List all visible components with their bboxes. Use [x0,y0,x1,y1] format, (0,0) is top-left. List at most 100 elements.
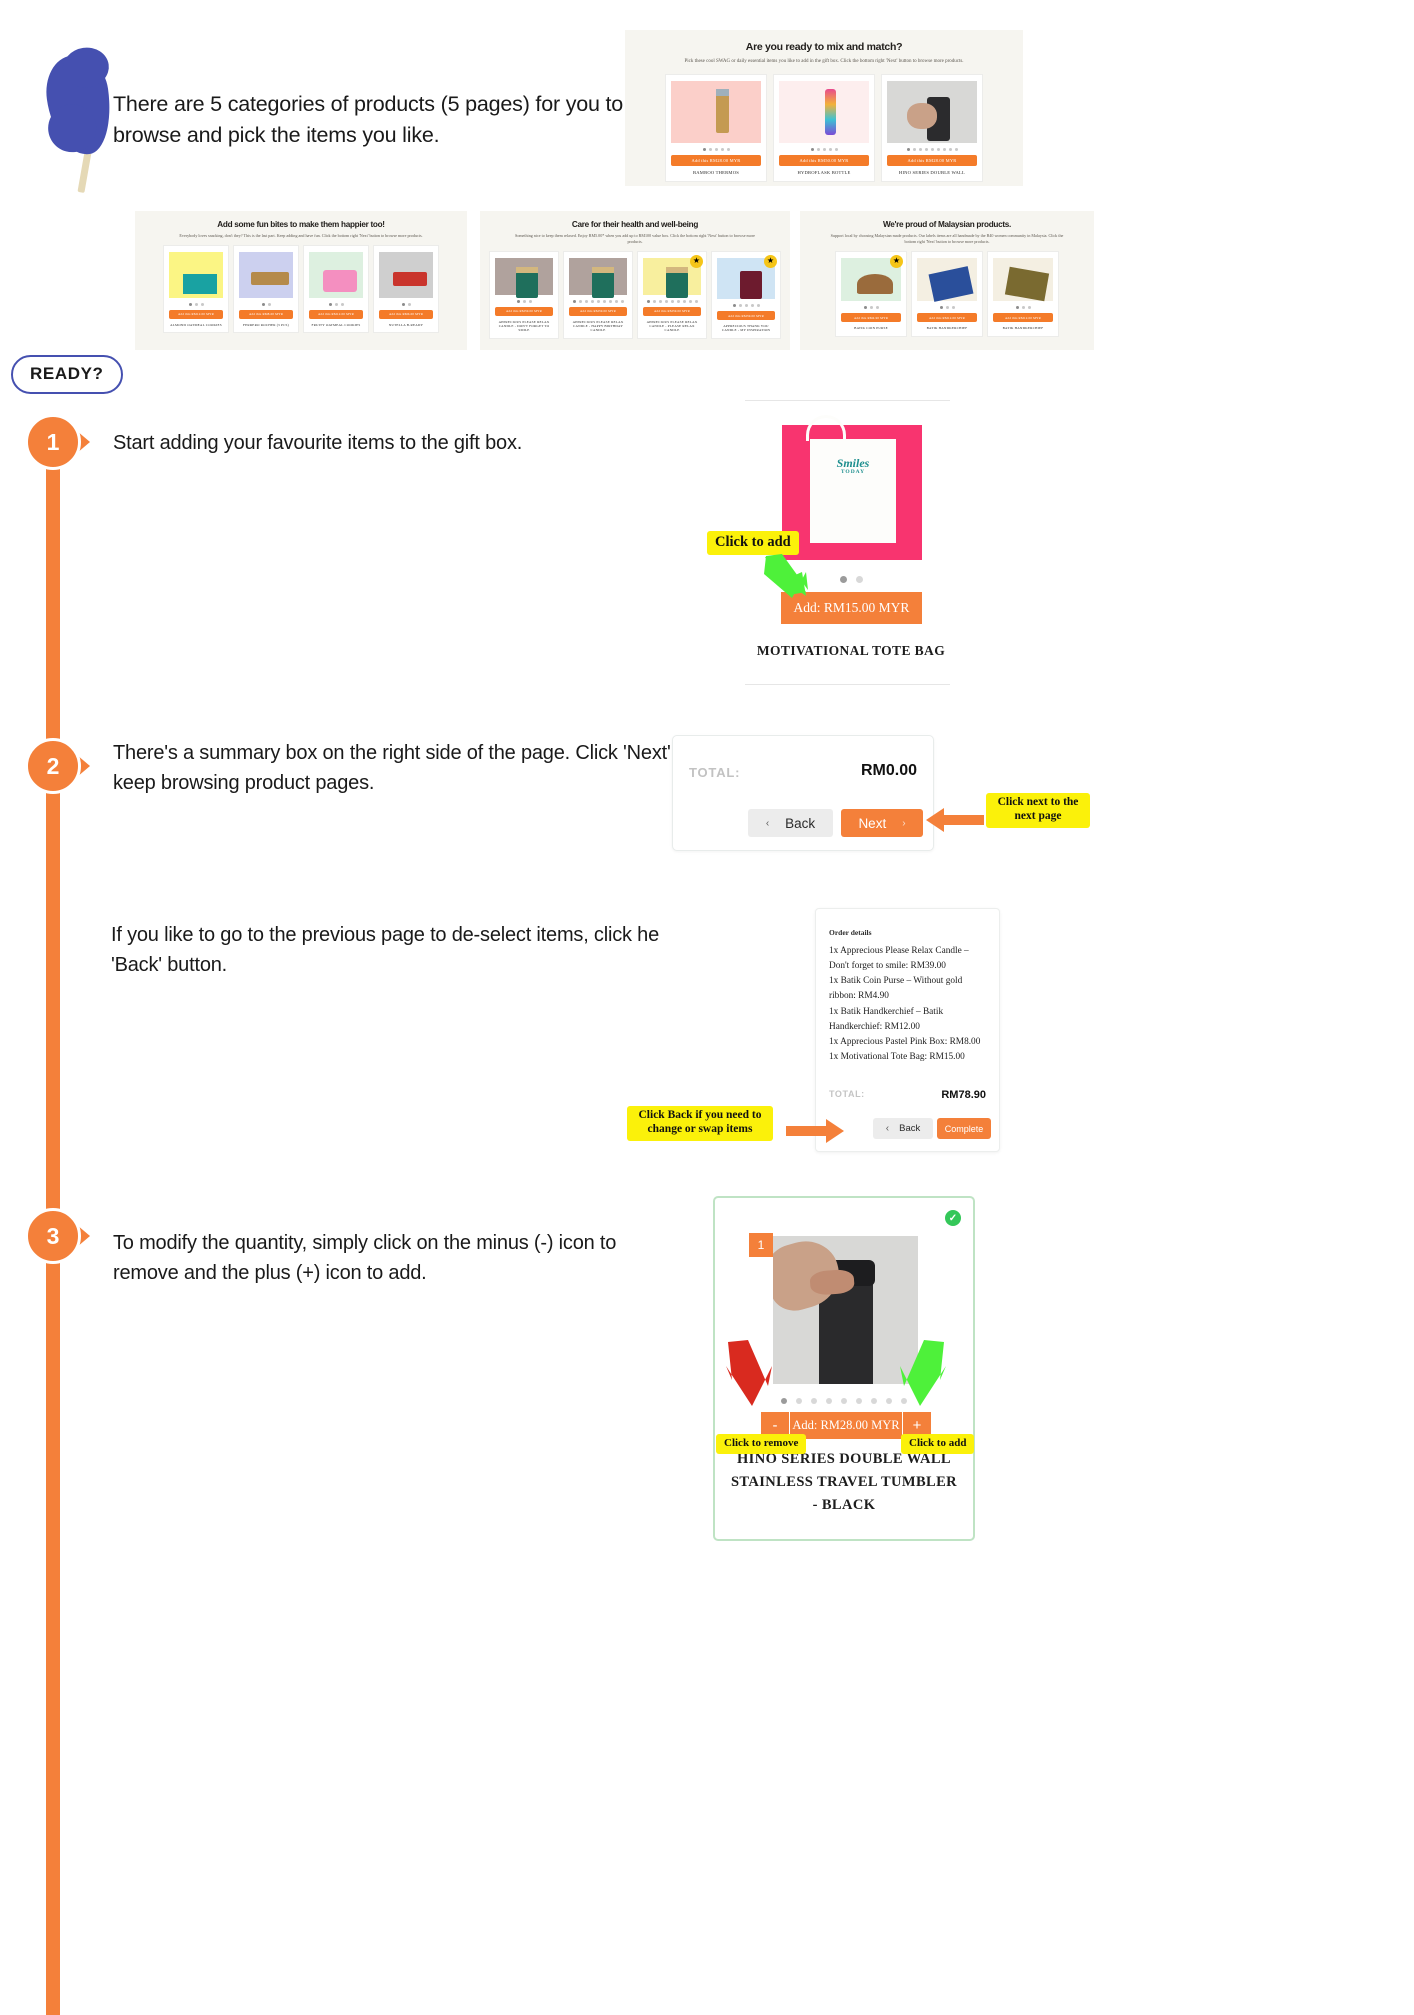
mockup-product-card[interactable]: Add this RM12.00 MYR BATIK HANDKERCHIEF [911,250,983,337]
mockup-health-title: Care for their health and well-being [571,220,699,229]
mockup-malaysian-subtitle: Support local by choosing Malaysian made… [830,233,1064,244]
callout-click-to-add-3: Click to add [901,1434,975,1455]
back-button-label: Back [785,815,816,831]
mockup-product-card[interactable]: Add this RM39.00 MYR APPRECIOUS PLEASE R… [489,250,559,339]
add-product-button[interactable]: Add this RM28.00 MYR [887,155,977,167]
order-item: 1x Batik Handkerchief – Batik Handkerchi… [829,1006,944,1032]
step-marker-2: 2 [25,738,90,794]
add-product-button[interactable]: Add this RM4.90 MYR [841,313,901,323]
product-image [309,251,363,298]
product-name: ALMOND OATMEAL COOKIES [170,322,222,327]
callout-click-back: Click Back if you need to change or swap… [627,1106,773,1141]
add-product-button[interactable]: Add this RM12.00 MYR [309,309,363,319]
order-details-list: 1x Apprecious Please Relax Candle – Don'… [829,944,987,1065]
mockup-product-card[interactable]: Add this RM28.00 MYR HINO SERIES DOUBLE … [881,74,983,183]
divider [745,684,950,685]
mockup-swag-page: Are you ready to mix and match? Pick the… [625,30,1023,186]
carousel-dots[interactable] [261,302,271,306]
product-image [993,257,1053,302]
tote-art-sub: TODAY [840,468,866,475]
green-arrow-down-icon [762,552,810,600]
carousel-dots[interactable] [732,304,760,307]
summary-total-box: TOTAL: RM0.00 ‹ Back Next › [672,735,934,851]
add-product-button[interactable]: Add this RM50.00 MYR [779,155,869,167]
carousel-dots[interactable] [810,148,838,152]
order-complete-button[interactable]: Complete [937,1118,991,1139]
tote-bag-shape: Smiles TODAY [810,439,896,543]
add-product-button[interactable]: Add this RM39.00 MYR [569,306,627,316]
mockup-health-grid: Add this RM39.00 MYR APPRECIOUS PLEASE R… [480,250,790,339]
mockup-product-card[interactable]: Add this RM39.00 MYR APPRECIOUS PLEASE R… [563,250,633,339]
product-name: FERRERO ROCHER (3 PCS) [243,322,289,327]
carousel-dots[interactable] [572,299,624,303]
mockup-product-card[interactable]: Add this RM12.00 MYR ALMOND OATMEAL COOK… [163,244,229,333]
product-name: NUTELLA B-READY [388,322,424,327]
mockup-product-card[interactable]: Add this RM50.00 MYR HYDROFLASK BOTTLE [773,74,875,183]
mockup-health-page: Care for their health and well-being Som… [480,211,790,350]
carousel-dots[interactable] [939,306,955,310]
order-details-box: Order details 1x Apprecious Please Relax… [815,908,1000,1152]
carousel-dots[interactable] [516,299,532,303]
add-product-button[interactable]: Add this RM6.00 MYR [379,309,433,319]
mockup-health-subtitle: Something nice to keep them relaxed. Enj… [515,233,755,244]
carousel-dots[interactable] [702,148,730,152]
carousel-dots[interactable] [1015,306,1031,310]
divider [745,400,950,401]
total-label: TOTAL: [689,765,741,780]
tote-product-name: MOTIVATIONAL TOTE BAG [756,643,946,658]
mockup-product-card-wrap: Add this RM39.00 MYR APPRECIOUS PLEASE R… [563,250,633,339]
add-product-button[interactable]: Add this RM12.00 MYR [169,309,223,319]
mockup-product-card[interactable]: Add this RM12.00 MYR BATIK HANDKERCHIEF [987,250,1059,337]
mockup-product-card-wrap: Add this RM12.00 MYR BATIK HANDKERCHIEF [987,250,1059,337]
mockup-product-card[interactable]: Add this RM8.00 MYR FERRERO ROCHER (3 PC… [233,244,299,333]
mockup-product-card[interactable]: Add this RM6.00 MYR NUTELLA B-READY [373,244,439,333]
next-button[interactable]: Next › [841,809,923,837]
step-number-2: 2 [25,738,81,794]
mockup-product-card[interactable]: Add this RM28.00 MYR BAMBOO THERMOS [665,74,767,183]
carousel-dots[interactable] [646,299,698,303]
order-back-button[interactable]: ‹ Back [873,1118,933,1139]
add-product-button[interactable]: Add this RM39.00 MYR [643,306,701,316]
product-image [495,257,553,298]
add-product-button[interactable]: Add this RM12.00 MYR [917,313,977,323]
mockup-swag-grid: Add this RM28.00 MYR BAMBOO THERMOS Add … [625,74,1023,183]
mockup-product-card-wrap: Add this RM39.00 MYR APPRECIOUS THANK YO… [711,250,781,339]
step-1-text: Start adding your favourite items to the… [113,432,523,454]
mockup-malaysian-title: We're proud of Malaysian products. [882,220,1012,229]
intro-text: There are 5 categories of products (5 pa… [113,92,624,147]
carousel-dots[interactable] [863,306,879,310]
product-image [239,251,293,298]
tumbler-product-image [773,1236,918,1384]
carousel-dots[interactable] [328,302,344,306]
add-product-button[interactable]: Add this RM8.00 MYR [239,309,293,319]
step-number-3: 3 [25,1208,81,1264]
carousel-dots[interactable] [188,302,204,306]
tote-artwork: Smiles TODAY [820,457,886,475]
add-product-button[interactable]: Add this RM39.00 MYR [717,311,775,320]
step-marker-3: 3 [25,1208,90,1264]
callout-click-to-remove: Click to remove [716,1434,807,1455]
add-product-button[interactable]: Add this RM28.00 MYR [671,155,761,167]
check-circle-icon: ✓ [945,1210,961,1226]
mockup-product-card-wrap: Add this RM12.00 MYR BATIK HANDKERCHIEF [911,250,983,337]
carousel-dots[interactable] [401,302,411,306]
product-name: APPRECIOUS PLEASE RELAX CANDLE - DON'T F… [498,319,550,333]
tumbler-add-button[interactable]: Add: RM28.00 MYR [789,1412,903,1439]
product-image [779,81,869,144]
mockup-product-card[interactable]: Add this RM12.00 MYR FRUITY OATMEAL COOK… [303,244,369,333]
back-button[interactable]: ‹ Back [748,809,833,837]
product-image [671,81,761,144]
add-product-button[interactable]: Add this RM12.00 MYR [993,313,1053,323]
carousel-dots[interactable] [906,148,958,152]
add-product-button[interactable]: Add this RM39.00 MYR [495,306,553,316]
order-back-label: Back [899,1123,921,1134]
mockup-product-card-wrap: Add this RM39.00 MYR APPRECIOUS PLEASE R… [489,250,559,339]
order-details-title: Order details [829,928,872,937]
order-total-label: TOTAL: [829,1089,865,1099]
order-total-amount: RM78.90 [941,1089,986,1101]
product-image [169,251,223,298]
product-name: HINO SERIES DOUBLE WALL [898,170,966,176]
product-image [887,81,977,144]
mockup-product-card-wrap: Add this RM39.00 MYR APPRECIOUS PLEASE R… [637,250,707,339]
product-name: APPRECIOUS THANK YOU CANDLE - MY INSPIRA… [721,324,771,333]
